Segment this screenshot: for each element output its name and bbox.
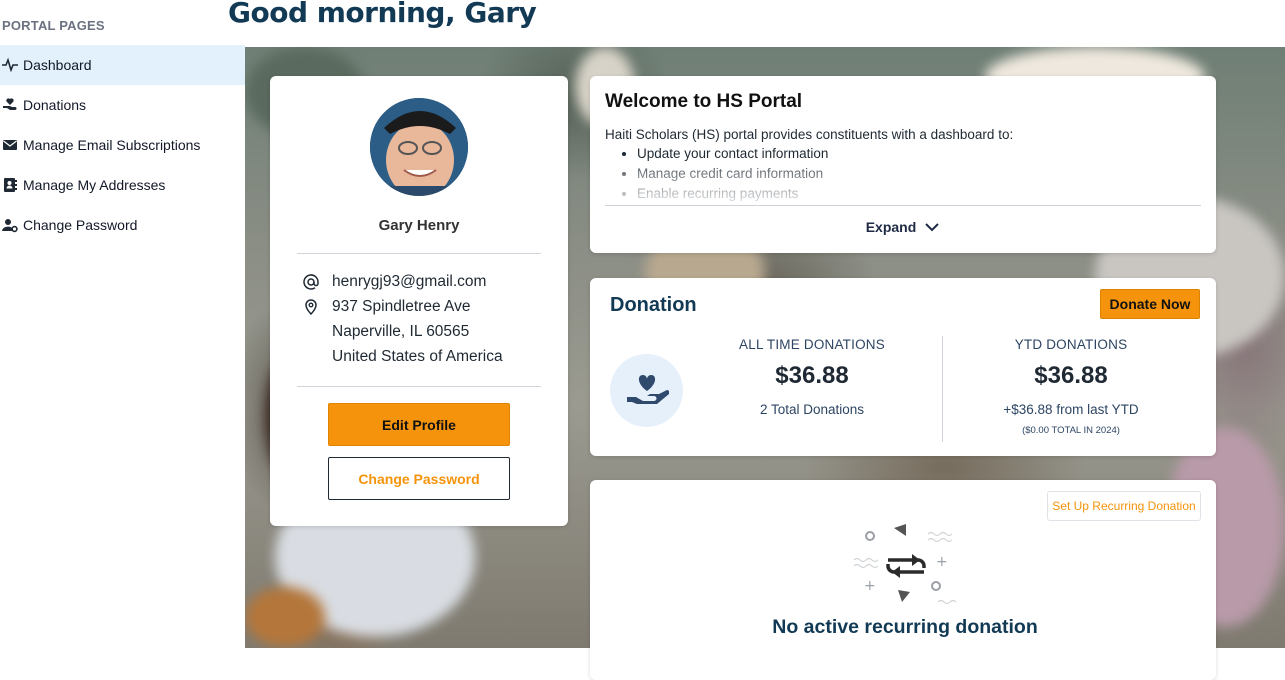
edit-profile-button[interactable]: Edit Profile: [328, 403, 510, 446]
welcome-intro: Haiti Scholars (HS) portal provides cons…: [605, 127, 1014, 142]
welcome-title: Welcome to HS Portal: [605, 91, 803, 112]
map-pin-icon: [303, 297, 332, 317]
set-up-recurring-donation-button[interactable]: Set Up Recurring Donation: [1047, 491, 1201, 521]
donation-title: Donation: [610, 294, 697, 316]
stat-value: $36.88: [775, 362, 849, 389]
address-line: Naperville, IL 60565: [332, 323, 470, 340]
page-title: Good morning, Gary: [228, 0, 537, 29]
sidebar-item-label: Change Password: [23, 217, 138, 233]
profile-card: Gary Henry henrygj93@gmail.com 937 Spind…: [270, 76, 568, 526]
list-item: Manage credit card information: [637, 164, 828, 184]
at-sign-icon: [303, 272, 332, 292]
svg-text:+: +: [864, 578, 876, 594]
donate-now-button[interactable]: Donate Now: [1100, 289, 1200, 319]
expand-label: Expand: [865, 219, 917, 235]
chevron-down-icon: [925, 223, 939, 232]
svg-text:+: +: [936, 554, 948, 570]
sidebar-item-label: Manage Email Subscriptions: [23, 137, 201, 153]
stat-label: ALL TIME DONATIONS: [739, 337, 885, 352]
user-gear-icon: [0, 217, 23, 233]
email-row: henrygj93@gmail.com: [303, 272, 486, 297]
address-line: United States of America: [332, 348, 503, 365]
sidebar-nav: Dashboard Donations Manage Email Subscri…: [0, 45, 245, 245]
profile-name: Gary Henry: [378, 217, 460, 234]
list-item: Enable recurring payments: [637, 184, 828, 204]
stat-label: YTD DONATIONS: [1014, 337, 1128, 352]
sidebar-heading: PORTAL PAGES: [2, 18, 105, 33]
envelope-icon: [0, 137, 23, 153]
welcome-card: Welcome to HS Portal Haiti Scholars (HS)…: [590, 76, 1216, 253]
stat-subtext: +$36.88 from last YTD: [1003, 402, 1139, 417]
divider: [942, 336, 943, 442]
email-text: henrygj93@gmail.com: [332, 273, 487, 290]
no-recurring-message: No active recurring donation: [772, 616, 1038, 638]
divider: [297, 253, 541, 254]
expand-button[interactable]: Expand: [590, 219, 1216, 235]
donation-card: Donation Donate Now ALL TIME DONATIONS $…: [590, 278, 1216, 456]
divider: [297, 386, 541, 387]
address-row: 937 Spindletree Ave Naperville, IL 60565…: [303, 297, 503, 372]
stat-note: ($0.00 TOTAL IN 2024): [1022, 425, 1120, 436]
hand-donation-icon: [0, 97, 23, 113]
sidebar-item-donations[interactable]: Donations: [0, 85, 245, 125]
divider: [605, 205, 1201, 206]
stat-subtext: 2 Total Donations: [759, 402, 865, 417]
sidebar-item-label: Donations: [23, 97, 87, 113]
sidebar-item-label: Manage My Addresses: [23, 177, 166, 193]
stat-value: $36.88: [1034, 362, 1108, 389]
address-book-icon: [0, 177, 23, 193]
hand-heart-icon: [610, 354, 683, 427]
avatar: [370, 98, 468, 196]
sidebar-item-change-password[interactable]: Change Password: [0, 205, 245, 245]
sidebar: PORTAL PAGES Dashboard Donations Manage …: [0, 0, 245, 648]
recurring-donation-card: Set Up Recurring Donation + + No active …: [590, 480, 1216, 680]
sidebar-item-label: Dashboard: [23, 57, 92, 73]
change-password-button[interactable]: Change Password: [328, 457, 510, 500]
recurring-arrows-icon: + +: [853, 524, 957, 605]
sidebar-item-dashboard[interactable]: Dashboard: [0, 45, 245, 85]
ytd-donations: YTD DONATIONS $36.88 +$36.88 from last Y…: [951, 337, 1191, 436]
sidebar-item-email-subscriptions[interactable]: Manage Email Subscriptions: [0, 125, 245, 165]
activity-icon: [0, 57, 23, 73]
all-time-donations: ALL TIME DONATIONS $36.88 2 Total Donati…: [692, 337, 932, 417]
list-item: Update your contact information: [637, 144, 828, 164]
sidebar-item-addresses[interactable]: Manage My Addresses: [0, 165, 245, 205]
address-line: 937 Spindletree Ave: [332, 298, 471, 315]
welcome-list: Update your contact information Manage c…: [605, 144, 828, 204]
